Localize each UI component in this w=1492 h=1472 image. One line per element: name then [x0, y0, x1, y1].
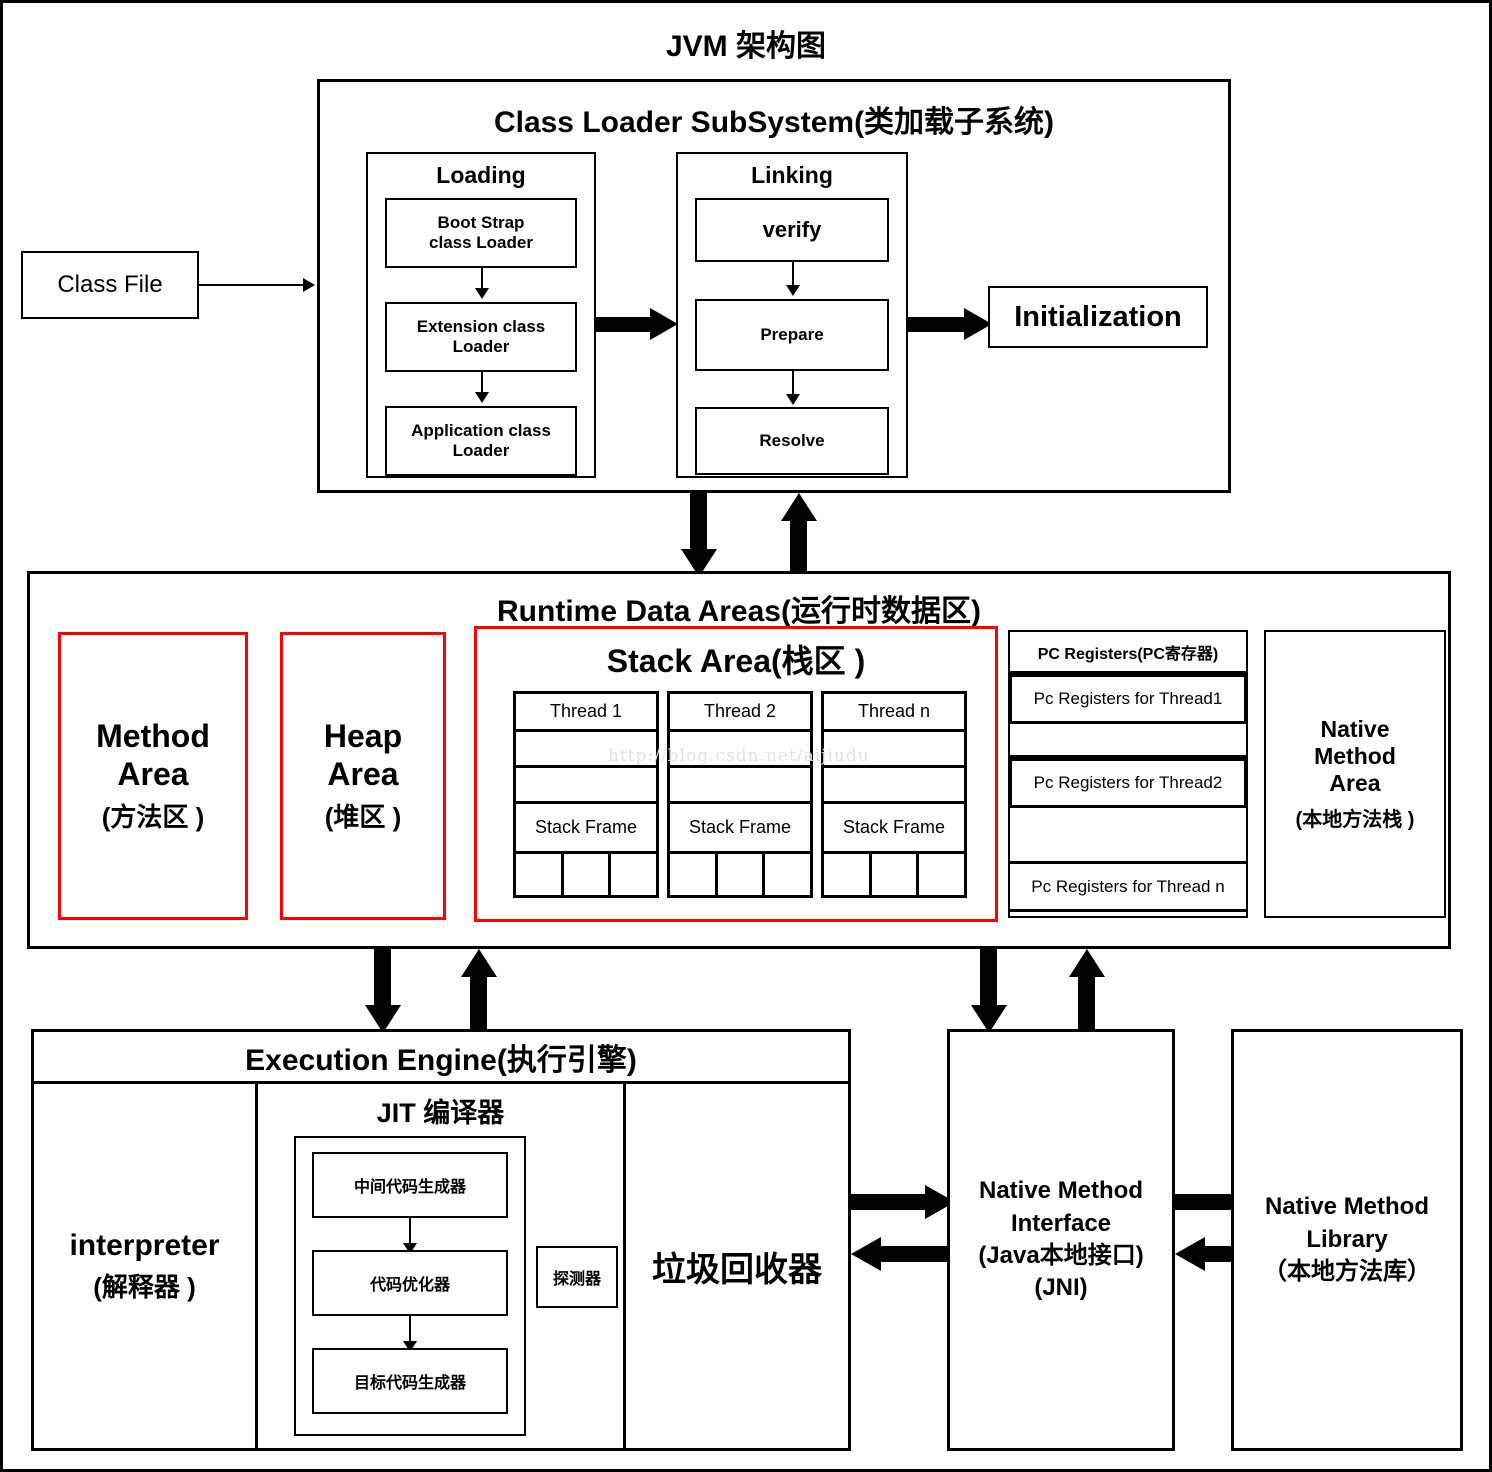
interpreter-label-cn: (解释器 )	[93, 1271, 196, 1302]
profiler-box: 探测器	[536, 1246, 618, 1308]
class-loader-subsystem-title: Class Loader SubSystem(类加载子系统)	[493, 106, 1055, 139]
jit-compiler-title: JIT 编译器	[376, 1097, 505, 1128]
pc-register-spacer	[1010, 724, 1246, 758]
heap-area-box: Heap Area (堆区 )	[280, 632, 446, 920]
linking-group: Linking verify Prepare Resolve	[676, 152, 908, 478]
loading-title: Loading	[436, 161, 526, 188]
arrow-execution-engine-to-jni	[851, 1185, 955, 1219]
target-code-generator-box: 目标代码生成器	[312, 1348, 508, 1414]
pc-registers-title: PC Registers(PC寄存器)	[1010, 632, 1246, 674]
interpreter-label-en: interpreter	[69, 1228, 220, 1262]
bootstrap-class-loader-label: Boot Strap class Loader	[429, 213, 533, 252]
native-method-area-label-cn: (本地方法栈 )	[1295, 809, 1415, 832]
jit-compiler-group: JIT 编译器 中间代码生成器 代码优化器 目标代码生成器 探测器	[258, 1084, 626, 1448]
loading-group: Loading Boot Strap class Loader Extensio…	[366, 152, 596, 478]
native-method-library-box: Native Method Library （本地方法库）	[1231, 1029, 1463, 1451]
verify-box: verify	[695, 198, 889, 262]
page-title: JVM 架构图	[665, 30, 827, 63]
jni-line-1: Native Method	[978, 1177, 1143, 1205]
thread-empty-slot	[516, 768, 656, 804]
arrow-execution-engine-to-runtime	[461, 949, 497, 1033]
class-file-box: Class File	[21, 251, 199, 319]
arrow-runtime-to-execution-engine	[365, 949, 401, 1033]
library-line-1: Native Method	[1264, 1193, 1429, 1221]
stack-area-box: Stack Area(栈区 ) Thread 1 Stack Frame Thr…	[474, 626, 998, 922]
execution-engine-title: Execution Engine(执行引擎)	[34, 1032, 848, 1084]
arrow-subsystem-to-runtime	[681, 493, 717, 577]
native-method-area-box: Native Method Area (本地方法栈 )	[1264, 630, 1446, 918]
method-area-label-en: Method Area	[96, 717, 210, 792]
stack-frame-cell	[765, 854, 810, 895]
stack-area-title: Stack Area(栈区 )	[606, 643, 866, 679]
stack-frame-cell	[516, 854, 564, 895]
garbage-collector-box: 垃圾回收器	[652, 1250, 822, 1289]
stack-frame-cells	[824, 854, 964, 895]
native-method-interface-box: Native Method Interface (Java本地接口) (JNI)	[947, 1029, 1175, 1451]
stack-frame-cell	[872, 854, 920, 895]
method-area-box: Method Area (方法区 )	[58, 632, 248, 920]
pc-registers-box: PC Registers(PC寄存器) Pc Registers for Thr…	[1008, 630, 1248, 918]
thread-empty-slot	[824, 768, 964, 804]
application-class-loader-label: Application class Loader	[411, 421, 551, 460]
stack-frame-cells	[670, 854, 810, 895]
thread-name: Thread 2	[670, 694, 810, 732]
thread-empty-slot	[824, 732, 964, 768]
pc-register-row: Pc Registers for Thread1	[1009, 674, 1247, 724]
stack-frame-cell	[611, 854, 656, 895]
thread-name: Thread n	[824, 694, 964, 732]
thread-empty-slot	[670, 732, 810, 768]
pc-register-row: Pc Registers for Thread2	[1009, 758, 1247, 808]
jni-line-2: Interface	[1010, 1209, 1112, 1237]
heap-area-label-en: Heap Area	[323, 717, 403, 792]
jvm-architecture-diagram: JVM 架构图 Class File Class Loader SubSyste…	[0, 0, 1492, 1472]
stack-frame-cell	[564, 854, 612, 895]
prepare-box: Prepare	[695, 299, 889, 371]
application-class-loader-box: Application class Loader	[385, 406, 577, 476]
arrow-runtime-to-subsystem	[781, 493, 817, 577]
resolve-box: Resolve	[695, 407, 889, 475]
bootstrap-class-loader-box: Boot Strap class Loader	[385, 198, 577, 268]
native-method-area-label-en: Native Method Area	[1314, 715, 1396, 797]
thread-empty-slot	[670, 768, 810, 804]
arrow-linking-to-initialization	[908, 308, 994, 340]
stack-frame-cell	[670, 854, 718, 895]
stack-thread-column: Thread 1 Stack Frame	[513, 691, 659, 898]
thread-empty-slot	[516, 732, 656, 768]
stack-frame-label: Stack Frame	[670, 804, 810, 854]
class-loader-subsystem: Class Loader SubSystem(类加载子系统) Loading B…	[317, 79, 1231, 493]
arrow-jni-to-runtime	[1069, 949, 1105, 1033]
library-line-2: Library	[1306, 1225, 1388, 1253]
code-optimizer-box: 代码优化器	[312, 1250, 508, 1316]
arrow-loading-to-linking	[596, 308, 678, 340]
stack-frame-label: Stack Frame	[824, 804, 964, 854]
linking-title: Linking	[751, 161, 833, 188]
stack-frame-cell	[919, 854, 964, 895]
library-line-3: （本地方法库）	[1263, 1258, 1431, 1286]
stack-thread-column: Thread 2 Stack Frame	[667, 691, 813, 898]
stack-frame-cell	[824, 854, 872, 895]
stack-frame-cell	[718, 854, 766, 895]
thread-name: Thread 1	[516, 694, 656, 732]
initialization-box: Initialization	[988, 286, 1208, 348]
jit-pipeline-box: 中间代码生成器 代码优化器 目标代码生成器	[294, 1136, 526, 1436]
arrow-jni-to-execution-engine	[851, 1237, 955, 1271]
execution-engine: Execution Engine(执行引擎) interpreter (解释器 …	[31, 1029, 851, 1451]
extension-class-loader-label: Extension class Loader	[416, 317, 546, 356]
pc-register-spacer	[1010, 808, 1246, 864]
jni-line-3: (Java本地接口)	[978, 1242, 1144, 1269]
method-area-label-cn: (方法区 )	[101, 802, 205, 833]
jni-line-4: (JNI)	[1034, 1274, 1088, 1302]
interpreter-box: interpreter (解释器 )	[34, 1084, 258, 1448]
arrow-runtime-to-jni	[971, 949, 1007, 1033]
stack-frame-cells	[516, 854, 656, 895]
stack-thread-column: Thread n Stack Frame	[821, 691, 967, 898]
heap-area-label-cn: (堆区 )	[324, 802, 402, 833]
extension-class-loader-box: Extension class Loader	[385, 302, 577, 372]
pc-register-row: Pc Registers for Thread n	[1010, 864, 1246, 912]
stack-frame-label: Stack Frame	[516, 804, 656, 854]
runtime-data-areas-title: Runtime Data Areas(运行时数据区)	[497, 595, 981, 628]
runtime-data-areas: Runtime Data Areas(运行时数据区) Method Area (…	[27, 571, 1451, 949]
intermediate-code-generator-box: 中间代码生成器	[312, 1152, 508, 1218]
